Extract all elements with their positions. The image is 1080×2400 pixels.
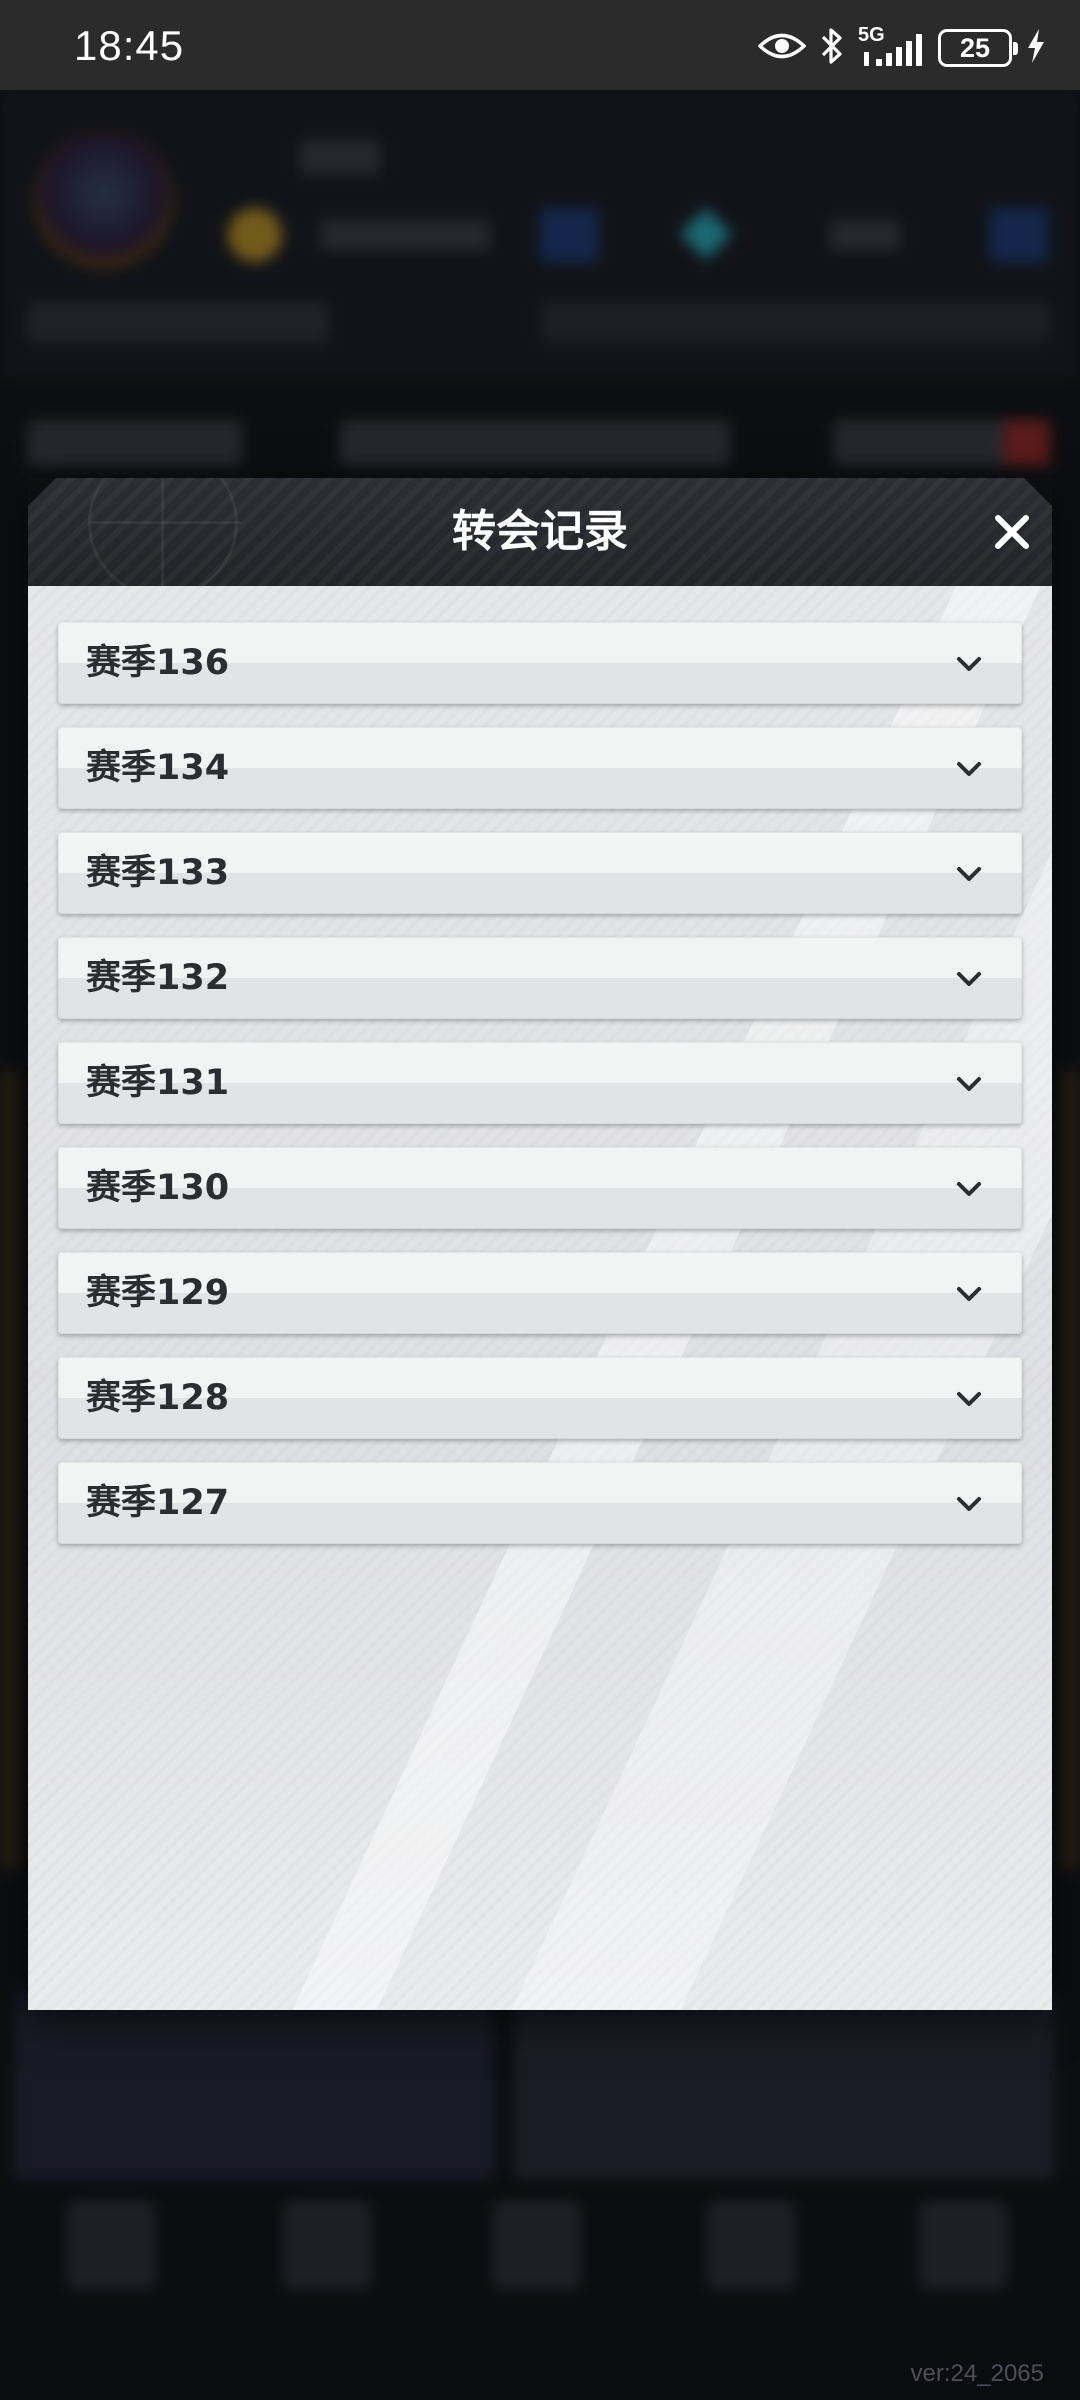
dialog-title: 转会记录 <box>452 506 628 557</box>
season-item-5[interactable]: 赛季130 <box>58 1147 1022 1229</box>
season-item-2[interactable]: 赛季133 <box>58 832 1022 914</box>
chevron-down-icon <box>954 964 984 994</box>
status-time: 18:45 <box>74 22 185 69</box>
chevron-down-icon <box>954 1489 984 1519</box>
season-label: 赛季131 <box>86 1063 230 1103</box>
chevron-down-icon <box>954 754 984 784</box>
close-icon <box>995 515 1029 549</box>
bluetooth-icon <box>820 27 844 69</box>
season-item-1[interactable]: 赛季134 <box>58 727 1022 809</box>
chevron-down-icon <box>954 1279 984 1309</box>
battery-icon: 25 <box>938 29 1018 67</box>
chevron-down-icon <box>954 1174 984 1204</box>
status-bar: 18:45 5G 25 <box>0 0 1080 90</box>
season-item-6[interactable]: 赛季129 <box>58 1252 1022 1334</box>
season-item-4[interactable]: 赛季131 <box>58 1042 1022 1124</box>
season-label: 赛季128 <box>86 1378 230 1418</box>
battery-level: 25 <box>959 32 991 63</box>
version-label: ver:24_2065 <box>910 2360 1044 2387</box>
season-label: 赛季134 <box>86 748 230 788</box>
season-item-8[interactable]: 赛季127 <box>58 1462 1022 1544</box>
eye-icon <box>757 31 807 65</box>
chevron-down-icon <box>954 859 984 889</box>
season-label: 赛季132 <box>86 958 230 998</box>
season-label: 赛季133 <box>86 853 230 893</box>
season-label: 赛季129 <box>86 1273 230 1313</box>
dialog-header: 转会记录 <box>28 478 1052 586</box>
chevron-down-icon <box>954 1384 984 1414</box>
close-button[interactable] <box>986 506 1038 558</box>
season-list: 赛季136 赛季134 赛季133 赛季132 赛季131 赛季130 赛季12… <box>28 622 1052 1544</box>
season-label: 赛季127 <box>86 1483 230 1523</box>
charging-icon <box>1026 28 1046 68</box>
status-icons: 5G 25 <box>757 24 1046 70</box>
chevron-down-icon <box>954 1069 984 1099</box>
signal-5g-icon: 5G <box>858 24 924 70</box>
transfer-records-dialog: 转会记录 赛季136 赛季134 赛季133 赛季132 赛季131 赛季130… <box>28 478 1052 2010</box>
chevron-down-icon <box>954 649 984 679</box>
season-label: 赛季136 <box>86 643 230 683</box>
season-label: 赛季130 <box>86 1168 230 1208</box>
season-item-0[interactable]: 赛季136 <box>58 622 1022 704</box>
dialog-body: 赛季136 赛季134 赛季133 赛季132 赛季131 赛季130 赛季12… <box>28 586 1052 2010</box>
season-item-7[interactable]: 赛季128 <box>58 1357 1022 1439</box>
season-item-3[interactable]: 赛季132 <box>58 937 1022 1019</box>
